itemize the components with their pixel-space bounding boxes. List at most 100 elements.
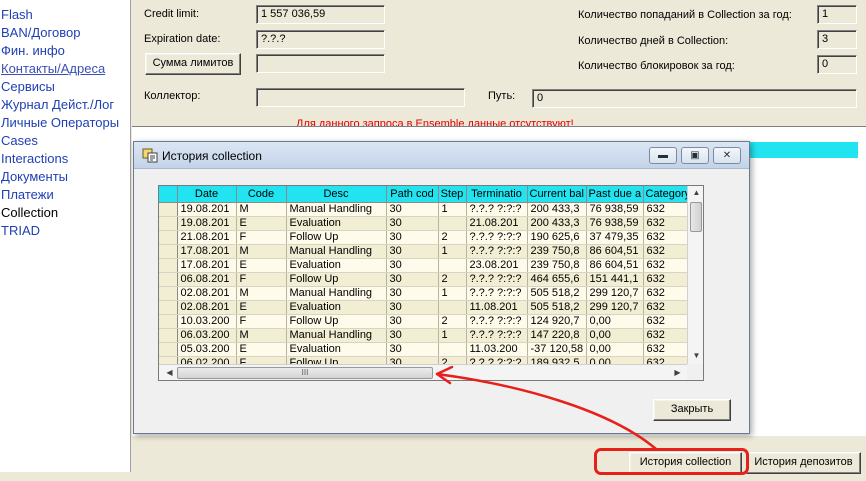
sidebar-item-triad[interactable]: TRIAD [0,222,130,240]
cell-termination: ?.?.? ?:?:? [466,328,528,343]
table-row[interactable]: 05.03.200 E Evaluation 30 11.03.200 -37 120,5… [159,342,688,357]
sidebar-item-collection[interactable]: Collection [0,204,130,222]
cell-termination: 11.08.201 [466,300,528,315]
sidebar: Flash BAN/Договор Фин. инфо Контакты/Адр… [0,0,131,472]
cell-code: F [236,314,287,329]
table-row[interactable]: 19.08.201 E Evaluation 30 21.08.201 200 433,3… [159,216,688,231]
cell-current-balance: 200 433,3 [527,202,587,217]
cell-step [438,300,467,315]
cell-date: 02.08.201 [177,300,237,315]
sidebar-item-cases[interactable]: Cases [0,132,130,150]
scroll-down-icon[interactable]: ▼ [688,351,703,360]
cell-past-due: 299 120,7 [586,300,644,315]
row-indicator[interactable] [159,342,178,357]
cell-path-code: 30 [386,258,439,273]
blocks-count-field[interactable]: 0 [817,55,857,74]
app-icon [142,148,158,163]
sidebar-item-documents[interactable]: Документы [0,168,130,186]
maximize-icon[interactable]: ▣ [681,147,709,164]
cell-desc: Evaluation [286,300,387,315]
row-indicator[interactable] [159,272,178,287]
cell-date: 21.08.201 [177,230,237,245]
cell-desc: Follow Up [286,272,387,287]
minimize-icon[interactable]: ▬ [649,147,677,164]
column-header-code[interactable]: Code [236,186,287,203]
cell-category: 632 [643,216,688,231]
cell-date: 02.08.201 [177,286,237,301]
column-header-path-code[interactable]: Path cod [386,186,439,203]
vertical-scroll-thumb[interactable] [690,202,702,232]
cell-category: 632 [643,300,688,315]
scroll-up-icon[interactable]: ▲ [688,188,703,197]
column-header-step[interactable]: Step [438,186,467,203]
collection-days-field[interactable]: 3 [817,30,857,49]
history-deposits-button[interactable]: История депозитов [746,452,861,474]
cell-past-due: 37 479,35 [586,230,644,245]
sidebar-item-action-log[interactable]: Журнал Дейст./Лог [0,96,130,114]
cell-desc: Evaluation [286,216,387,231]
sidebar-item-personal-operators[interactable]: Личные Операторы [0,114,130,132]
row-indicator[interactable] [159,286,178,301]
close-icon[interactable]: ✕ [713,147,741,164]
table-row[interactable]: 10.03.200 F Follow Up 30 2?.?.? ?:?:? 124 920… [159,314,688,329]
sidebar-item-interactions[interactable]: Interactions [0,150,130,168]
limits-sum-button[interactable]: Сумма лимитов [145,53,241,75]
cell-category: 632 [643,314,688,329]
sidebar-item-contacts[interactable]: Контакты/Адреса [0,60,130,78]
cell-path-code: 30 [386,300,439,315]
cell-code: E [236,216,287,231]
vertical-scrollbar[interactable]: ▲ ▼ [687,186,703,364]
expiration-date-field[interactable]: ?.?.? [256,30,385,49]
column-header-date[interactable]: Date [177,186,237,203]
cell-category: 632 [643,328,688,343]
row-indicator[interactable] [159,328,178,343]
horizontal-scrollbar[interactable]: ◀ III ▶ [159,364,687,380]
scroll-left-icon[interactable]: ◀ [161,368,178,377]
dialog-title-bar[interactable]: История collection ▬ ▣ ✕ [134,142,749,169]
table-row[interactable]: 02.08.201 E Evaluation 30 11.08.201 505 518,2… [159,300,688,315]
cell-current-balance: 239 750,8 [527,244,587,259]
close-dialog-button[interactable]: Закрыть [653,399,731,421]
row-indicator[interactable] [159,230,178,245]
cell-current-balance: 200 433,3 [527,216,587,231]
table-row[interactable]: 06.03.200 M Manual Handling 30 1?.?.? ?:?:? 1… [159,328,688,343]
sidebar-item-flash[interactable]: Flash [0,6,130,24]
column-header-past-due[interactable]: Past due a [586,186,644,203]
column-header-termination[interactable]: Terminatio [466,186,528,203]
row-indicator[interactable] [159,314,178,329]
collection-hits-field[interactable]: 1 [817,5,857,24]
annotation-highlight [594,448,749,475]
cell-termination: ?.?.? ?:?:? [466,314,528,329]
collector-field[interactable] [256,88,465,107]
sidebar-item-services[interactable]: Сервисы [0,78,130,96]
scroll-right-icon[interactable]: ▶ [669,368,686,377]
cell-termination: ?.?.? ?:?:? [466,244,528,259]
cell-current-balance: 239 750,8 [527,258,587,273]
sidebar-item-payments[interactable]: Платежи [0,186,130,204]
row-indicator[interactable] [159,216,178,231]
row-indicator[interactable] [159,300,178,315]
row-indicator[interactable] [159,202,178,217]
column-header-current-balance[interactable]: Current bal [527,186,587,203]
cell-current-balance: 505 518,2 [527,300,587,315]
sidebar-item-ban-contract[interactable]: BAN/Договор [0,24,130,42]
limits-sum-field[interactable] [256,54,385,73]
cell-desc: Manual Handling [286,286,387,301]
column-header-category[interactable]: Category [643,186,688,203]
horizontal-scroll-thumb[interactable]: III [177,367,433,379]
table-row[interactable]: 06.08.201 F Follow Up 30 2?.?.? ?:?:? 464 655… [159,272,688,287]
table-row[interactable]: 02.08.201 M Manual Handling 30 1?.?.? ?:?:? 5… [159,286,688,301]
cell-code: E [236,342,287,357]
sidebar-item-fin-info[interactable]: Фин. инфо [0,42,130,60]
column-header-desc[interactable]: Desc [286,186,387,203]
credit-limit-field[interactable]: 1 557 036,59 [256,5,385,24]
table-row[interactable]: 19.08.201 M Manual Handling 30 1?.?.? ?:?:? 2… [159,202,688,217]
table-row[interactable]: 17.08.201 E Evaluation 30 23.08.201 239 750,8… [159,258,688,273]
table-row[interactable]: 21.08.201 F Follow Up 30 2?.?.? ?:?:? 190 625… [159,230,688,245]
cell-current-balance: 190 625,6 [527,230,587,245]
path-field[interactable]: 0 [532,89,857,108]
row-indicator[interactable] [159,244,178,259]
cell-category: 632 [643,258,688,273]
table-row[interactable]: 17.08.201 M Manual Handling 30 1?.?.? ?:?:? 2… [159,244,688,259]
row-indicator[interactable] [159,258,178,273]
